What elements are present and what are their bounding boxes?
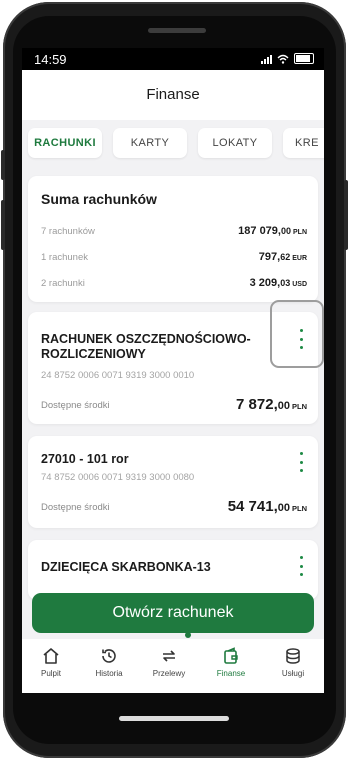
available-funds-amount: 7 872,00 PLN — [236, 396, 307, 413]
summary-row-amount: 797,62 EUR — [259, 251, 307, 263]
available-funds-amount: 54 741,00 PLN — [228, 498, 307, 515]
account-name: DZIECIĘCA SKARBONKA-13 — [41, 560, 211, 574]
summary-row-amount: 3 209,03 USD — [250, 277, 307, 289]
account-name: RACHUNEK OSZCZĘDNOŚCIOWO- ROZLICZENIOWY — [41, 332, 251, 362]
history-icon — [102, 649, 116, 663]
account-name-line: RACHUNEK OSZCZĘDNOŚCIOWO- — [41, 332, 251, 346]
summary-row-amount: 187 079,00 PLN — [238, 225, 307, 237]
amount-integer: 797, — [258, 251, 281, 263]
currency-label: EUR — [292, 255, 307, 262]
app-screen: 14:59 Finanse RACHUNKI KARTY LOKATY KRE … — [22, 48, 324, 693]
nav-label: Pulpit — [40, 669, 61, 678]
summary-title: Suma rachunków — [41, 191, 157, 207]
nav-item-uslugi[interactable]: Usługi — [264, 647, 322, 678]
open-account-button[interactable]: Otwórz rachunek — [32, 593, 314, 633]
nav-label: Usługi — [281, 669, 305, 678]
status-bar: 14:59 — [22, 48, 324, 70]
side-button — [344, 180, 348, 250]
nav-item-pulpit[interactable]: Pulpit — [22, 647, 80, 678]
signal-icon — [261, 54, 272, 64]
tab-bar: RACHUNKI KARTY LOKATY KRE — [22, 128, 324, 168]
amount-decimals: 00 — [277, 400, 290, 412]
side-button — [1, 200, 5, 250]
transfer-icon — [163, 650, 175, 662]
active-nav-indicator — [185, 632, 191, 638]
account-card[interactable]: 27010 - 101 ror 74 8752 0006 0071 9319 3… — [28, 436, 318, 528]
nav-label: Finanse — [216, 669, 246, 678]
bottom-navigation: Pulpit Historia Przelewy Finanse Usługi — [22, 639, 324, 693]
side-button — [1, 150, 5, 180]
tab-kredyty[interactable]: KRE — [283, 128, 324, 158]
available-funds-label: Dostępne środki — [41, 400, 110, 411]
account-number: 24 8752 0006 0071 9319 3000 0010 — [41, 370, 195, 381]
nav-label: Historia — [95, 669, 123, 678]
amount-integer: 7 872, — [236, 396, 278, 413]
summary-row-label: 1 rachunek — [41, 252, 89, 263]
tab-karty[interactable]: KARTY — [113, 128, 187, 158]
summary-row-label: 7 rachunków — [41, 226, 95, 237]
available-funds-label: Dostępne środki — [41, 502, 110, 513]
services-icon — [286, 648, 300, 664]
account-name: 27010 - 101 ror — [41, 452, 129, 466]
amount-decimals: 03 — [280, 278, 291, 288]
currency-label: USD — [292, 281, 307, 288]
nav-item-historia[interactable]: Historia — [80, 647, 138, 678]
currency-label: PLN — [292, 402, 307, 411]
more-options-icon[interactable] — [296, 452, 306, 472]
currency-label: PLN — [293, 229, 307, 236]
speaker — [148, 28, 206, 33]
highlight-frame — [270, 300, 324, 368]
wifi-icon — [277, 54, 289, 64]
summary-card: Suma rachunków 7 rachunków 187 079,00 PLN… — [28, 176, 318, 302]
amount-integer: 187 079, — [238, 225, 281, 237]
amount-decimals: 00 — [277, 502, 290, 514]
page-title: Finanse — [146, 86, 200, 103]
home-indicator — [119, 716, 229, 721]
amount-decimals: 62 — [280, 252, 291, 262]
account-card[interactable]: DZIECIĘCA SKARBONKA-13 — [28, 540, 318, 600]
tab-rachunki[interactable]: RACHUNKI — [28, 128, 102, 158]
amount-integer: 3 209, — [249, 277, 281, 289]
nav-item-przelewy[interactable]: Przelewy — [140, 647, 198, 678]
nav-label: Przelewy — [152, 669, 186, 678]
battery-icon — [294, 53, 314, 64]
status-time: 14:59 — [34, 52, 67, 67]
account-name-line: ROZLICZENIOWY — [41, 347, 146, 361]
amount-integer: 54 741, — [227, 498, 278, 515]
summary-row-label: 2 rachunki — [41, 278, 85, 289]
app-header: Finanse — [22, 70, 324, 120]
finance-icon — [224, 647, 238, 664]
more-options-icon[interactable] — [296, 556, 306, 576]
home-icon — [43, 648, 59, 664]
account-number: 74 8752 0006 0071 9319 3000 0080 — [41, 472, 195, 483]
tab-lokaty[interactable]: LOKATY — [198, 128, 272, 158]
nav-item-finanse[interactable]: Finanse — [202, 647, 260, 678]
status-icons — [261, 53, 314, 64]
currency-label: PLN — [292, 504, 307, 513]
amount-decimals: 00 — [280, 226, 291, 236]
